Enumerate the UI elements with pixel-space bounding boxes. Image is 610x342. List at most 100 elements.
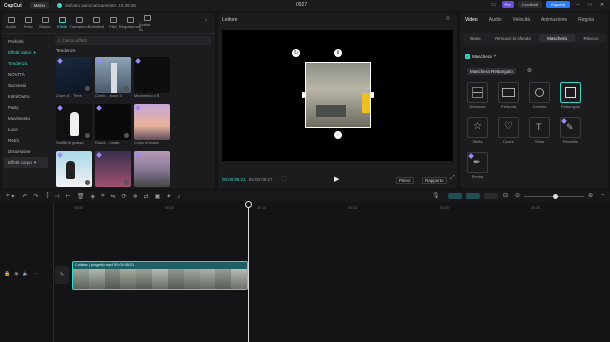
nav-video-effects[interactable]: Effetti video ▾ — [4, 47, 48, 58]
reverse-icon[interactable]: ⇄ — [144, 193, 149, 200]
download-icon[interactable] — [124, 180, 129, 185]
zoom-slider-thumb[interactable] — [553, 194, 558, 199]
nav-intro-outro[interactable]: Intro/Outro — [4, 91, 48, 102]
link-toggle-icon[interactable] — [466, 193, 480, 199]
mask-option-rectangle[interactable]: Rettangolo — [560, 82, 581, 109]
mask-option-brush[interactable]: ✎ Pennello — [560, 117, 581, 144]
menu-button[interactable]: Menu — [29, 2, 50, 9]
audio-extract-icon[interactable]: ♪ — [177, 194, 180, 200]
minimize-icon[interactable]: – — [574, 2, 582, 8]
timecode-expand-icon[interactable]: ⛶ — [282, 176, 286, 182]
nav-hits[interactable]: Successi — [4, 80, 48, 91]
mute-icon[interactable]: 🔈 — [23, 271, 29, 277]
mask-option-star[interactable]: ☆ Stella — [467, 117, 488, 144]
mask-option-split[interactable]: Divisione — [467, 82, 488, 109]
effect-item[interactable]: Movimento a S — [134, 57, 170, 100]
preview-axis-icon[interactable] — [484, 193, 498, 199]
split-left-icon[interactable]: ⊣ — [54, 193, 59, 200]
tab-speed[interactable]: Velocità — [513, 17, 531, 23]
fit-icon[interactable]: ▣ — [155, 193, 161, 200]
effect-item[interactable]: Colpo di frusta — [134, 104, 170, 147]
tabs-more-icon[interactable]: › — [205, 18, 207, 24]
tab-audio[interactable]: Audio — [3, 14, 19, 32]
tab-adjust-props[interactable]: Regola — [578, 17, 594, 23]
mask-option-film[interactable]: Pellicola — [498, 82, 519, 109]
effect-item[interactable]: Graffiti di grasso — [56, 104, 92, 147]
mirror-icon[interactable]: ⇋ — [111, 193, 116, 200]
tab-ai-avatar[interactable]: Avatar IA — [139, 14, 155, 32]
rotate-icon[interactable]: ⟳ — [122, 193, 127, 200]
player-menu-icon[interactable]: ≡ — [446, 16, 450, 22]
masked-video-frame[interactable] — [305, 62, 371, 128]
microphone-icon[interactable]: 🎙 — [432, 192, 440, 199]
tab-adjust[interactable]: Regolazione — [119, 14, 141, 32]
mask-option-circle[interactable]: Cerchio — [529, 82, 550, 109]
effect-item[interactable] — [56, 151, 92, 194]
ai-icon[interactable]: ✦ — [166, 193, 171, 200]
subtab-retouch[interactable]: Ritocco — [575, 34, 607, 42]
download-icon[interactable] — [85, 86, 90, 91]
zoom-in-icon[interactable]: ⊕ — [588, 192, 593, 199]
close-icon[interactable]: ✕ — [598, 2, 606, 8]
layout-icon[interactable]: ▭ — [490, 2, 498, 8]
zoom-out-icon[interactable]: ⊖ — [515, 192, 520, 199]
tab-video[interactable]: Video — [465, 17, 478, 23]
effect-item[interactable] — [95, 151, 131, 194]
subtab-remove-bg[interactable]: Rimuovi lo sfondo — [487, 34, 539, 42]
fullscreen-icon[interactable]: ⤢ — [450, 175, 455, 182]
rotate-handle-icon[interactable]: ↻ — [292, 49, 300, 57]
search-box[interactable]: ⌕ Cerca effetti — [55, 36, 211, 45]
undo-icon[interactable]: ↶ — [22, 193, 27, 200]
nav-trending[interactable]: Tendenza — [4, 58, 48, 69]
nav-new[interactable]: NOVITÀ — [4, 69, 48, 80]
mask-toggle[interactable]: ✓ Maschera ▾ — [465, 53, 496, 59]
freeze-icon[interactable]: ❄ — [133, 193, 138, 200]
split-icon[interactable]: ⫿ — [46, 193, 48, 200]
tab-text[interactable]: Testo — [20, 14, 36, 32]
mask-option-pen[interactable]: ✒ Penna — [467, 152, 488, 179]
crop-icon[interactable]: ⌗ — [101, 193, 104, 200]
split-view-icon[interactable]: ⊟ — [503, 192, 508, 199]
fit-timeline-icon[interactable]: ⇔ — [600, 192, 606, 198]
nav-retro[interactable]: Retrò — [4, 135, 48, 146]
effect-item[interactable]: Confo... zione 3 — [95, 57, 131, 100]
marker-icon[interactable]: ◈ — [90, 193, 95, 200]
playhead[interactable] — [248, 202, 249, 342]
full-button[interactable]: Pieno — [396, 177, 414, 184]
nav-body-effects[interactable]: Effetti corpo ▾ — [4, 157, 48, 168]
chevron-down-icon[interactable]: ▾ — [11, 193, 14, 200]
tab-audio-props[interactable]: Audio — [489, 17, 502, 23]
delete-icon[interactable]: 🗑 — [77, 193, 85, 200]
nav-party[interactable]: Party — [4, 102, 48, 113]
play-icon[interactable]: ▶ — [334, 175, 339, 183]
mask-feather-handle-icon[interactable]: ⇕ — [334, 49, 342, 57]
effect-item[interactable] — [134, 151, 170, 194]
pro-button[interactable]: Pro — [501, 1, 514, 8]
select-icon[interactable]: ⌖ — [6, 193, 9, 200]
add-preset-icon[interactable]: ⊕ — [527, 67, 532, 74]
resize-handle-right[interactable] — [371, 92, 374, 98]
video-clip[interactable]: Collabs | progetto.mp4 00:00:05:21 — [72, 261, 248, 290]
download-icon[interactable] — [85, 180, 90, 185]
hide-icon[interactable]: ◉ — [14, 271, 18, 277]
split-right-icon[interactable]: ⊢ — [66, 193, 71, 200]
mask-round-handle-icon[interactable]: ◌ — [334, 131, 342, 139]
cover-button[interactable]: ✎ — [55, 266, 69, 284]
playhead-handle[interactable] — [245, 201, 252, 208]
nav-distortion[interactable]: Distorsione — [4, 146, 48, 157]
export-button[interactable]: Esporta — [546, 1, 570, 8]
checkbox-icon[interactable]: ✓ — [465, 53, 470, 59]
download-icon[interactable] — [124, 86, 129, 91]
subtab-base[interactable]: Base — [464, 34, 487, 42]
share-button[interactable]: Condividi — [517, 1, 543, 8]
subtab-mask[interactable]: Maschera — [539, 34, 575, 42]
download-icon[interactable] — [163, 180, 168, 185]
mask-option-text[interactable]: T Testo — [529, 117, 550, 144]
magnet-toggle-icon[interactable] — [448, 193, 462, 199]
tab-transitions[interactable]: Transizioni — [69, 14, 89, 32]
nav-light[interactable]: Luce — [4, 124, 48, 135]
tab-effects[interactable]: Effetti — [54, 14, 70, 32]
mask-preset-chip[interactable]: Maschera Rettangolo — [467, 68, 516, 75]
download-icon[interactable] — [85, 133, 90, 138]
tab-animation[interactable]: Animazione — [541, 17, 567, 23]
